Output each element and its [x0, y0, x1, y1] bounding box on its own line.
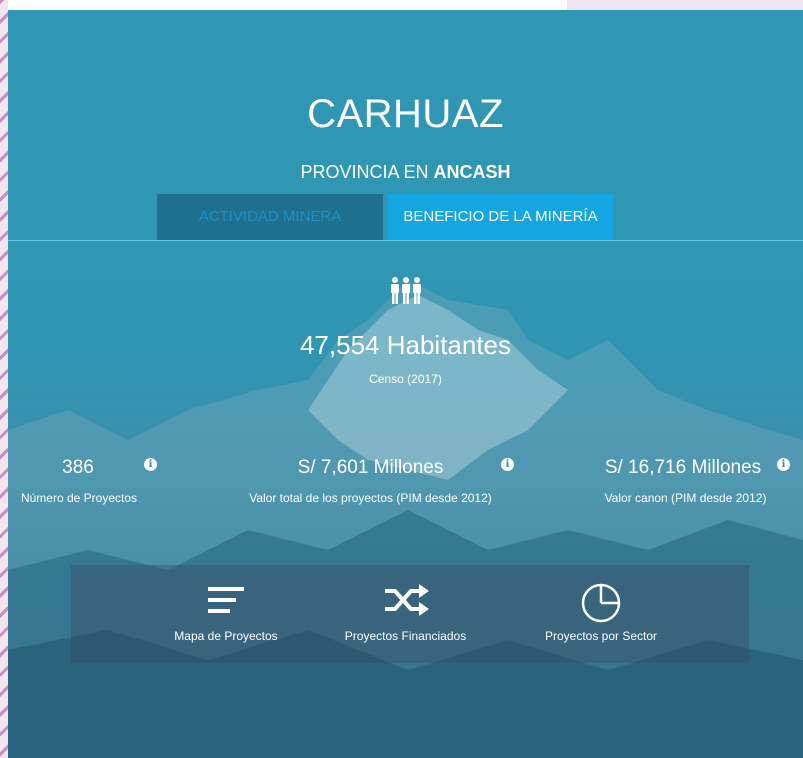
- info-icon[interactable]: i: [144, 458, 157, 471]
- tab-beneficio-mineria[interactable]: BENEFICIO DE LA MINERÍA: [388, 194, 613, 240]
- page-title: CARHUAZ: [307, 92, 504, 136]
- info-icon[interactable]: i: [777, 458, 790, 471]
- page-subtitle: PROVINCIA EN ANCASH: [8, 162, 803, 183]
- info-icon[interactable]: i: [501, 458, 514, 471]
- population-source: Censo (2017): [369, 372, 442, 386]
- decorative-border: [0, 0, 8, 758]
- projects-by-sector-label: Proyectos por Sector: [544, 629, 658, 643]
- top-strip: [8, 0, 803, 10]
- stat-total-label: Valor total de los proyectos (PIM desde …: [249, 491, 492, 505]
- stat-total-value: S/ 7,601 Millones: [297, 457, 444, 478]
- stat-canon-label: Valor canon (PIM desde 2012): [604, 491, 767, 505]
- projects-by-sector-button[interactable]: Proyectos por Sector: [526, 565, 676, 663]
- financed-projects-button[interactable]: Proyectos Financiados: [333, 565, 478, 663]
- stat-projects-value: 386: [62, 457, 94, 478]
- map-projects-button[interactable]: Mapa de Proyectos: [166, 565, 286, 663]
- shuffle-icon: [385, 584, 429, 616]
- population-value: 47,554 Habitantes: [299, 330, 512, 360]
- tab-divider: [8, 240, 803, 241]
- action-bar: Mapa de Proyectos Proyectos Financiados …: [71, 565, 749, 663]
- tab-actividad-minera[interactable]: ACTIVIDAD MINERA: [157, 194, 383, 240]
- people-icon: [391, 277, 421, 304]
- financed-projects-label: Proyectos Financiados: [344, 629, 467, 643]
- subtitle-region: ANCASH: [433, 162, 511, 182]
- list-lines-icon: [208, 587, 244, 613]
- stat-projects-label: Número de Proyectos: [20, 491, 138, 505]
- subtitle-prefix: PROVINCIA EN: [300, 162, 429, 182]
- stat-canon-value: S/ 16,716 Millones: [604, 457, 762, 478]
- map-projects-label: Mapa de Proyectos: [174, 629, 278, 643]
- province-panel: CARHUAZ PROVINCIA EN ANCASH ACTIVIDAD MI…: [8, 10, 803, 758]
- pie-chart-icon: [581, 583, 621, 623]
- top-strip-accent: [567, 0, 803, 10]
